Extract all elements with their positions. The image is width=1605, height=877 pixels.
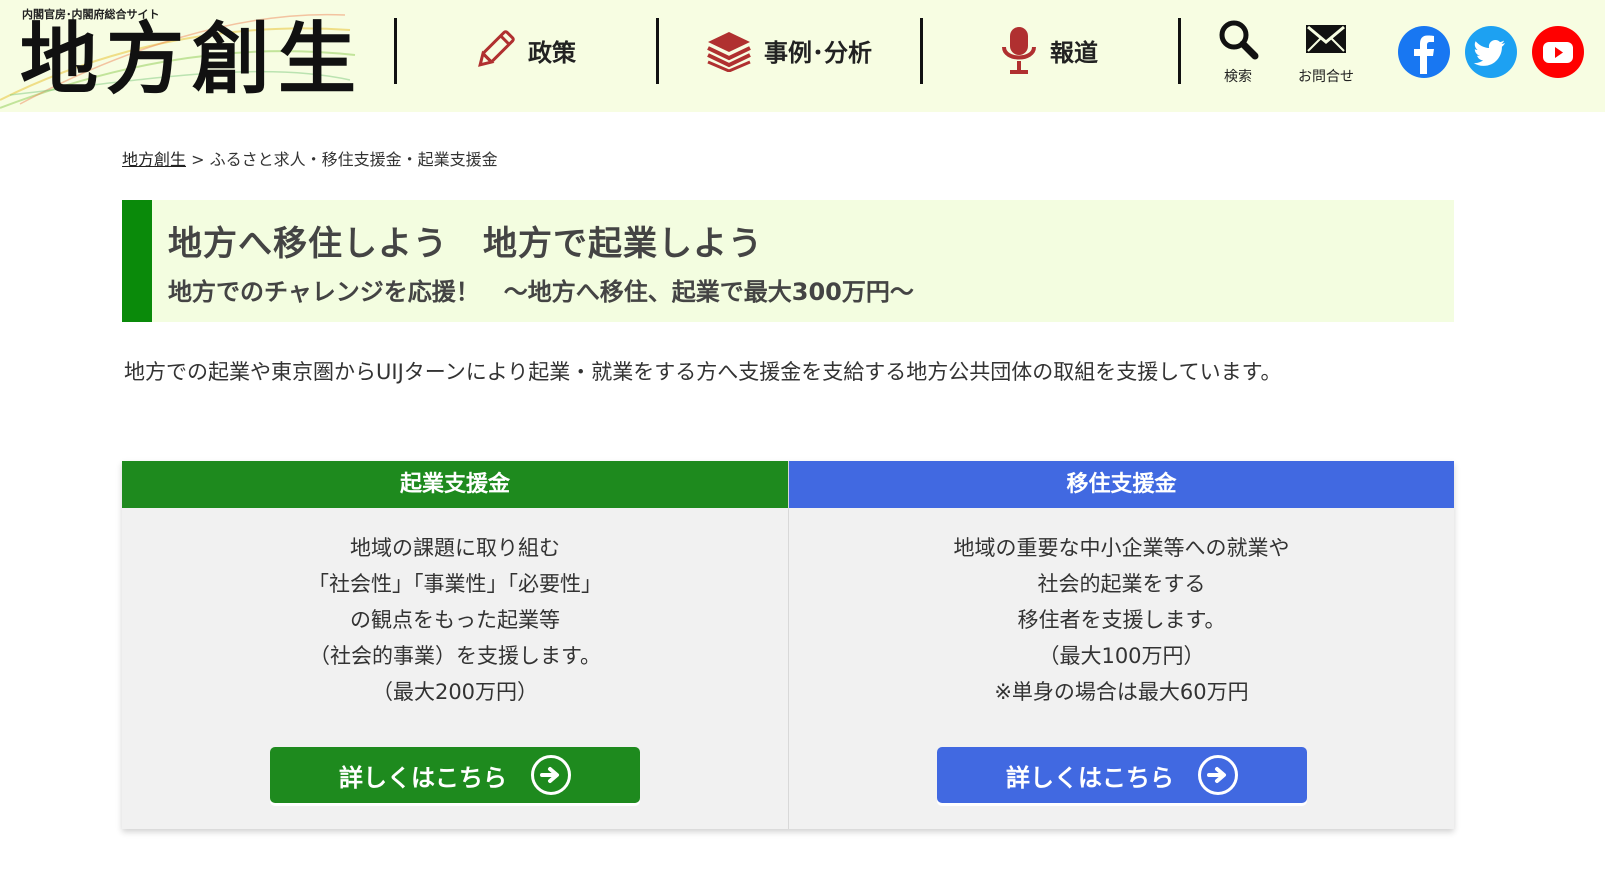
startup-card-body: 地域の課題に取り組む 「社会性」「事業性」「必要性」 の観点をもった起業等 （社… xyxy=(122,530,788,710)
startup-card-line: の観点をもった起業等 xyxy=(350,608,560,632)
relocation-card-line: 地域の重要な中小企業等への就業や xyxy=(953,536,1290,560)
nav-policy[interactable]: 政策 xyxy=(472,22,576,78)
microphone-icon xyxy=(1002,27,1036,74)
breadcrumb-current: ふるさと求人・移住支援金・起業支援金 xyxy=(209,150,498,169)
relocation-details-button[interactable]: 詳しくはこちら xyxy=(937,747,1307,803)
relocation-card-title: 移住支援金 xyxy=(789,461,1454,508)
youtube-icon xyxy=(1543,42,1573,63)
startup-card-line: （社会的事業）を支援します。 xyxy=(309,644,601,668)
nav-cases[interactable]: 事例･分析 xyxy=(704,22,872,78)
pencil-icon xyxy=(478,30,515,67)
support-cards: 起業支援金 地域の課題に取り組む 「社会性」「事業性」「必要性」 の観点をもった… xyxy=(122,461,1454,829)
startup-card-line: 「社会性」「事業性」「必要性」 xyxy=(308,572,602,596)
page-title: 地方へ移住しよう 地方で起業しよう xyxy=(168,224,763,264)
header-separator xyxy=(394,18,397,84)
startup-card-line: 地域の課題に取り組む xyxy=(350,536,560,560)
arrow-right-circle-icon xyxy=(531,755,571,795)
relocation-card-body: 地域の重要な中小企業等への就業や 社会的起業をする 移住者を支援します。 （最大… xyxy=(789,530,1454,710)
facebook-icon xyxy=(1414,35,1434,74)
page-banner: 地方へ移住しよう 地方で起業しよう 地方でのチャレンジを応援！ ～地方へ移住、起… xyxy=(122,200,1454,322)
startup-card-title: 起業支援金 xyxy=(122,461,788,508)
breadcrumb-separator: > xyxy=(191,150,205,169)
breadcrumb-home-link[interactable]: 地方創生 xyxy=(122,150,186,169)
search-label: 検索 xyxy=(1224,69,1252,85)
mail-icon xyxy=(1306,25,1346,53)
relocation-card-line: （最大100万円） xyxy=(1038,644,1205,668)
nav-press-label: 報道 xyxy=(1050,38,1098,67)
intro-text: 地方での起業や東京圏からUIJターンにより起業・就業をする方へ支援金を支給する地… xyxy=(124,360,1282,384)
contact-button[interactable]: お問合せ xyxy=(1286,18,1366,86)
book-stack-icon xyxy=(707,32,751,72)
twitter-icon xyxy=(1473,40,1505,66)
nav-press[interactable]: 報道 xyxy=(998,22,1098,78)
relocation-details-label: 詳しくはこちら xyxy=(1006,763,1174,792)
arrow-right-circle-icon xyxy=(1198,755,1238,795)
nav-policy-label: 政策 xyxy=(528,38,576,67)
relocation-card-line: 社会的起業をする xyxy=(1037,572,1206,596)
site-logo[interactable]: 内閣官房･内閣府総合サイト 地方創生 xyxy=(0,0,360,112)
page-subtitle: 地方でのチャレンジを応援！ ～地方へ移住、起業で最大300万円～ xyxy=(168,278,914,306)
header-separator xyxy=(656,18,659,84)
relocation-card-line: ※単身の場合は最大60万円 xyxy=(994,680,1249,704)
relocation-support-card: 移住支援金 地域の重要な中小企業等への就業や 社会的起業をする 移住者を支援しま… xyxy=(788,461,1454,829)
startup-support-card: 起業支援金 地域の課題に取り組む 「社会性」「事業性」「必要性」 の観点をもった… xyxy=(122,461,788,829)
youtube-link[interactable] xyxy=(1532,26,1584,78)
startup-details-label: 詳しくはこちら xyxy=(339,763,507,792)
contact-label: お問合せ xyxy=(1298,69,1354,85)
breadcrumb: 地方創生 > ふるさと求人・移住支援金・起業支援金 xyxy=(122,146,498,170)
site-header: 内閣官房･内閣府総合サイト 地方創生 政策 事例･分析 報道 検索 お問合せ xyxy=(0,0,1605,112)
twitter-link[interactable] xyxy=(1465,26,1517,78)
search-icon xyxy=(1219,20,1259,60)
startup-card-line: （最大200万円） xyxy=(371,680,539,704)
relocation-card-line: 移住者を支援します。 xyxy=(1017,608,1226,632)
nav-cases-label: 事例･分析 xyxy=(764,38,872,67)
facebook-link[interactable] xyxy=(1398,26,1450,78)
startup-details-button[interactable]: 詳しくはこちら xyxy=(270,747,640,803)
search-button[interactable]: 検索 xyxy=(1198,18,1278,86)
banner-accent-bar xyxy=(122,200,152,322)
header-separator xyxy=(1178,18,1181,84)
logo-title: 地方創生 xyxy=(20,15,360,105)
header-separator xyxy=(920,18,923,84)
